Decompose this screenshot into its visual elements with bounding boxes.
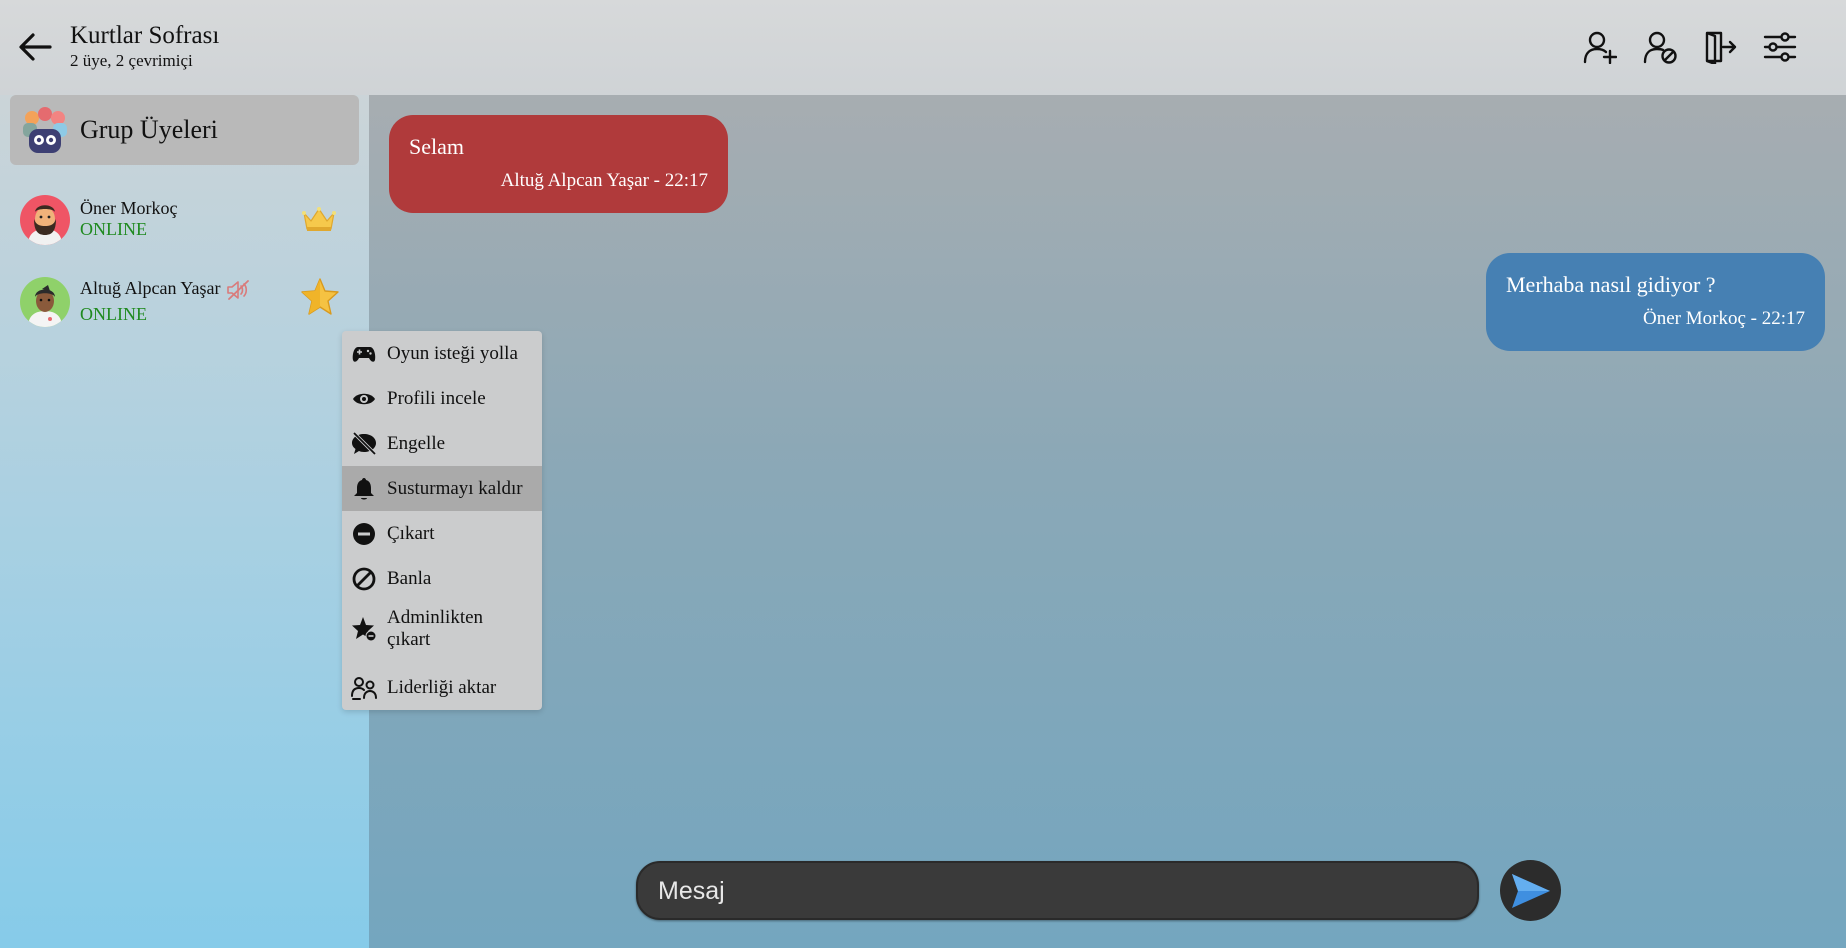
member-status: ONLINE	[80, 304, 147, 324]
add-user-icon	[1583, 31, 1617, 64]
group-member-count: 2 üye, 2 çevrimiçi	[70, 51, 193, 70]
member-item[interactable]: Öner Morkoç ONLINE	[20, 195, 350, 255]
message-text: Selam	[409, 134, 464, 159]
settings-sliders-icon	[1763, 32, 1797, 62]
muted-icon	[227, 280, 249, 300]
menu-item-label: Engelle	[387, 432, 446, 454]
gamepad-icon	[351, 341, 377, 367]
member-item[interactable]: Altuğ Alpcan Yaşar ONLINE	[20, 277, 350, 337]
chat-slash-icon	[351, 431, 377, 457]
menu-item-label: Çıkart	[387, 522, 435, 544]
menu-item-label: Profili incele	[387, 387, 486, 409]
group-title: Kurtlar Sofrası	[70, 22, 220, 49]
arrow-left-icon	[19, 33, 52, 61]
send-button[interactable]	[1500, 860, 1561, 921]
crown-icon	[302, 207, 336, 231]
menu-item-game-request[interactable]: Oyun isteği yolla	[342, 331, 542, 376]
ban-icon	[351, 566, 377, 592]
menu-item-transfer-leadership[interactable]: Liderliği aktar	[342, 665, 542, 710]
member-name: Öner Morkoç	[80, 198, 178, 218]
members-title: Grup Üyeleri	[80, 115, 218, 144]
leave-group-button[interactable]	[1700, 27, 1740, 67]
menu-item-label: Banla	[387, 567, 432, 589]
chat-area: Selam Altuğ Alpcan Yaşar - 22:17 Merhaba…	[369, 95, 1846, 948]
star-icon	[301, 278, 339, 315]
minus-circle-icon	[351, 521, 377, 547]
menu-item-label: Adminlikten çıkart	[387, 607, 484, 650]
menu-item-label: Susturmayı kaldır	[387, 477, 523, 499]
add-user-button[interactable]	[1580, 27, 1620, 67]
menu-item-block[interactable]: Engelle	[342, 421, 542, 466]
menu-item-kick[interactable]: Çıkart	[342, 511, 542, 556]
member-context-menu: Oyun isteği yolla Profili incele Engelle	[342, 331, 542, 710]
avatar	[20, 277, 70, 327]
members-header: Grup Üyeleri	[10, 95, 359, 165]
avatar	[20, 195, 70, 245]
menu-item-label: Oyun isteği yolla	[387, 342, 518, 364]
member-name: Altuğ Alpcan Yaşar	[80, 278, 221, 298]
message-input[interactable]	[658, 873, 1458, 909]
exit-door-icon	[1705, 31, 1737, 64]
message-meta: Öner Morkoç - 22:17	[1643, 308, 1805, 329]
message-composer	[636, 861, 1479, 920]
menu-item-view-profile[interactable]: Profili incele	[342, 376, 542, 421]
group-settings-button[interactable]	[1760, 27, 1800, 67]
top-bar: Kurtlar Sofrası 2 üye, 2 çevrimiçi	[0, 0, 1846, 95]
message-bubble-outgoing[interactable]: Merhaba nasıl gidiyor ? Öner Morkoç - 22…	[1486, 253, 1825, 351]
eye-icon	[351, 386, 377, 412]
menu-item-label: Liderliği aktar	[387, 676, 497, 698]
back-button[interactable]	[16, 28, 54, 66]
members-sidebar: Grup Üyeleri Öner Morkoç ONLINE Altuğ Al…	[0, 95, 369, 948]
group-members-icon	[23, 107, 67, 153]
message-meta: Altuğ Alpcan Yaşar - 22:17	[500, 170, 708, 191]
star-minus-icon	[351, 616, 377, 642]
bell-icon	[351, 476, 377, 502]
block-user-button[interactable]	[1640, 27, 1680, 67]
message-text: Merhaba nasıl gidiyor ?	[1506, 272, 1716, 297]
member-status: ONLINE	[80, 219, 147, 239]
message-bubble-incoming[interactable]: Selam Altuğ Alpcan Yaşar - 22:17	[389, 115, 728, 213]
menu-item-ban[interactable]: Banla	[342, 556, 542, 601]
send-icon	[1511, 873, 1550, 908]
header-actions	[1580, 27, 1820, 67]
group-title-block: Kurtlar Sofrası 2 üye, 2 çevrimiçi	[70, 21, 219, 71]
menu-item-unmute[interactable]: Susturmayı kaldır	[342, 466, 542, 511]
transfer-users-icon	[351, 675, 377, 701]
block-user-icon	[1643, 31, 1677, 64]
menu-item-remove-admin[interactable]: Adminlikten çıkart	[342, 601, 542, 657]
